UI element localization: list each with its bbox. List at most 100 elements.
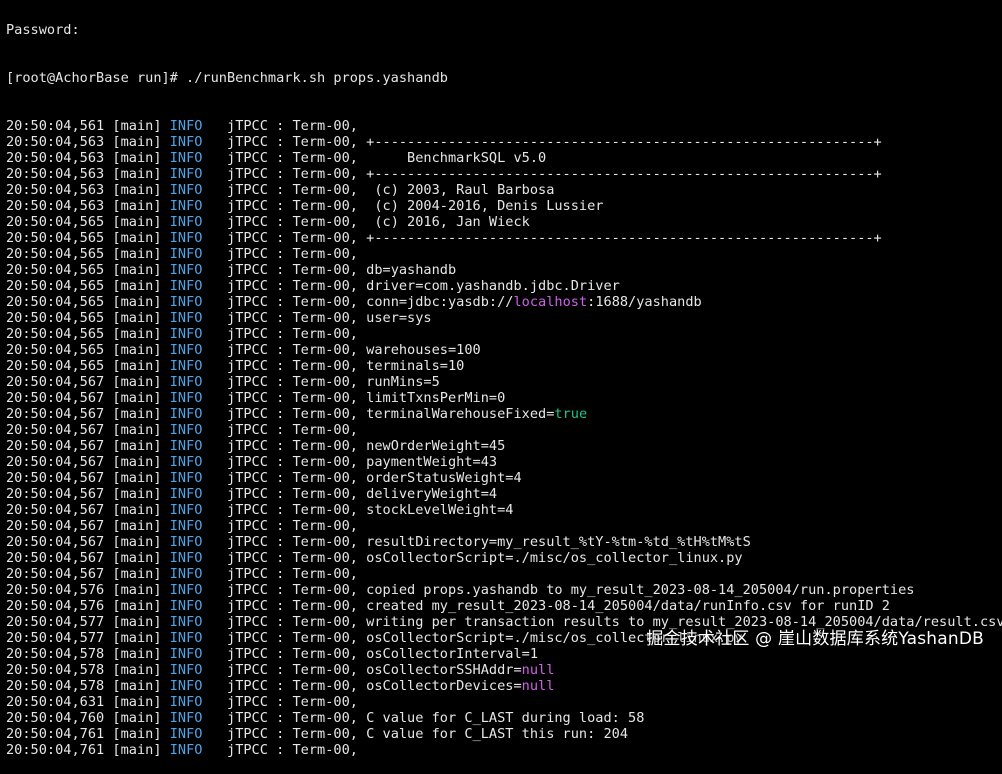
log-thread: [main] <box>112 214 170 230</box>
log-level: INFO <box>169 694 203 710</box>
log-thread: [main] <box>112 646 170 662</box>
log-thread: [main] <box>112 582 170 598</box>
log-level: INFO <box>169 182 203 198</box>
log-level: INFO <box>169 422 203 438</box>
log-timestamp: 20:50:04,576 <box>6 582 113 598</box>
log-thread: [main] <box>112 246 170 262</box>
log-timestamp: 20:50:04,563 <box>6 198 113 214</box>
log-line: 20:50:04,567 [main] INFO jTPCC : Term-00… <box>6 374 1002 390</box>
terminal-output: Password: [root@AchorBase run]# ./runBen… <box>6 0 1002 774</box>
log-level: INFO <box>169 534 203 550</box>
log-thread: [main] <box>112 454 170 470</box>
log-line: 20:50:04,567 [main] INFO jTPCC : Term-00… <box>6 486 1002 502</box>
log-thread: [main] <box>112 470 170 486</box>
log-thread: [main] <box>112 134 170 150</box>
log-message: +---------------------------------------… <box>366 230 882 246</box>
log-logger: jTPCC : Term-00, <box>202 294 367 310</box>
log-highlight: true <box>554 406 588 422</box>
log-thread: [main] <box>112 486 170 502</box>
log-highlight: null <box>521 678 555 694</box>
log-logger: jTPCC : Term-00, <box>202 214 367 230</box>
log-line: 20:50:04,567 [main] INFO jTPCC : Term-00… <box>6 502 1002 518</box>
log-logger: jTPCC : Term-00, <box>202 310 367 326</box>
log-message-tail: :1688/yashandb <box>587 294 702 310</box>
log-timestamp: 20:50:04,565 <box>6 246 113 262</box>
log-level: INFO <box>169 470 203 486</box>
log-line: 20:50:04,563 [main] INFO jTPCC : Term-00… <box>6 134 1002 150</box>
log-level: INFO <box>169 438 203 454</box>
log-level: INFO <box>169 262 203 278</box>
log-logger: jTPCC : Term-00, <box>202 502 367 518</box>
log-thread: [main] <box>112 550 170 566</box>
log-thread: [main] <box>112 358 170 374</box>
log-logger: jTPCC : Term-00, <box>202 342 367 358</box>
log-thread: [main] <box>112 230 170 246</box>
log-message: resultDirectory=my_result_%tY-%tm-%td_%t… <box>366 534 751 550</box>
log-line: 20:50:04,565 [main] INFO jTPCC : Term-00… <box>6 230 1002 246</box>
log-timestamp: 20:50:04,563 <box>6 182 113 198</box>
log-timestamp: 20:50:04,567 <box>6 486 113 502</box>
log-thread: [main] <box>112 342 170 358</box>
log-logger: jTPCC : Term-00, <box>202 710 367 726</box>
log-logger: jTPCC : Term-00, <box>202 582 367 598</box>
log-logger: jTPCC : Term-00, <box>202 678 367 694</box>
log-thread: [main] <box>112 390 170 406</box>
log-logger: jTPCC : Term-00, <box>202 422 367 438</box>
log-timestamp: 20:50:04,565 <box>6 326 113 342</box>
log-level: INFO <box>169 198 203 214</box>
log-timestamp: 20:50:04,565 <box>6 294 113 310</box>
log-thread: [main] <box>112 422 170 438</box>
log-message: C value for C_LAST during load: 58 <box>366 710 645 726</box>
log-level: INFO <box>169 134 203 150</box>
log-message: stockLevelWeight=4 <box>366 502 514 518</box>
log-level: INFO <box>169 310 203 326</box>
log-logger: jTPCC : Term-00, <box>202 470 367 486</box>
log-line: 20:50:04,567 [main] INFO jTPCC : Term-00… <box>6 422 1002 438</box>
log-logger: jTPCC : Term-00, <box>202 518 367 534</box>
log-thread: [main] <box>112 742 170 758</box>
log-line: 20:50:04,565 [main] INFO jTPCC : Term-00… <box>6 310 1002 326</box>
log-level: INFO <box>169 550 203 566</box>
log-timestamp: 20:50:04,561 <box>6 118 113 134</box>
log-timestamp: 20:50:04,567 <box>6 470 113 486</box>
log-timestamp: 20:50:04,563 <box>6 150 113 166</box>
log-logger: jTPCC : Term-00, <box>202 486 367 502</box>
log-thread: [main] <box>112 678 170 694</box>
log-level: INFO <box>169 598 203 614</box>
log-logger: jTPCC : Term-00, <box>202 742 367 758</box>
log-line: 20:50:04,760 [main] INFO jTPCC : Term-00… <box>6 710 1002 726</box>
log-timestamp: 20:50:04,761 <box>6 742 113 758</box>
log-message: created my_result_2023-08-14_205004/data… <box>366 598 890 614</box>
log-timestamp: 20:50:04,567 <box>6 566 113 582</box>
log-timestamp: 20:50:04,563 <box>6 166 113 182</box>
log-line: 20:50:04,563 [main] INFO jTPCC : Term-00… <box>6 166 1002 182</box>
log-line: 20:50:04,565 [main] INFO jTPCC : Term-00… <box>6 358 1002 374</box>
log-line: 20:50:04,567 [main] INFO jTPCC : Term-00… <box>6 518 1002 534</box>
log-level: INFO <box>169 518 203 534</box>
log-timestamp: 20:50:04,578 <box>6 662 113 678</box>
log-level: INFO <box>169 278 203 294</box>
log-timestamp: 20:50:04,567 <box>6 502 113 518</box>
log-thread: [main] <box>112 406 170 422</box>
log-timestamp: 20:50:04,565 <box>6 262 113 278</box>
log-thread: [main] <box>112 198 170 214</box>
log-logger: jTPCC : Term-00, <box>202 390 367 406</box>
log-level: INFO <box>169 390 203 406</box>
log-logger: jTPCC : Term-00, <box>202 534 367 550</box>
log-logger: jTPCC : Term-00, <box>202 134 367 150</box>
log-message: C value for C_LAST this run: 204 <box>366 726 629 742</box>
log-line: 20:50:04,561 [main] INFO jTPCC : Term-00… <box>6 118 1002 134</box>
log-logger: jTPCC : Term-00, <box>202 646 367 662</box>
log-level: INFO <box>169 150 203 166</box>
log-message: +---------------------------------------… <box>366 134 882 150</box>
log-line: 20:50:04,631 [main] INFO jTPCC : Term-00… <box>6 694 1002 710</box>
log-message: conn=jdbc:yasdb:// <box>366 294 514 310</box>
log-logger: jTPCC : Term-00, <box>202 326 367 342</box>
log-logger: jTPCC : Term-00, <box>202 662 367 678</box>
log-line: 20:50:04,567 [main] INFO jTPCC : Term-00… <box>6 454 1002 470</box>
log-thread: [main] <box>112 598 170 614</box>
log-line: 20:50:04,565 [main] INFO jTPCC : Term-00… <box>6 262 1002 278</box>
log-level: INFO <box>169 710 203 726</box>
log-timestamp: 20:50:04,567 <box>6 518 113 534</box>
log-timestamp: 20:50:04,567 <box>6 550 113 566</box>
